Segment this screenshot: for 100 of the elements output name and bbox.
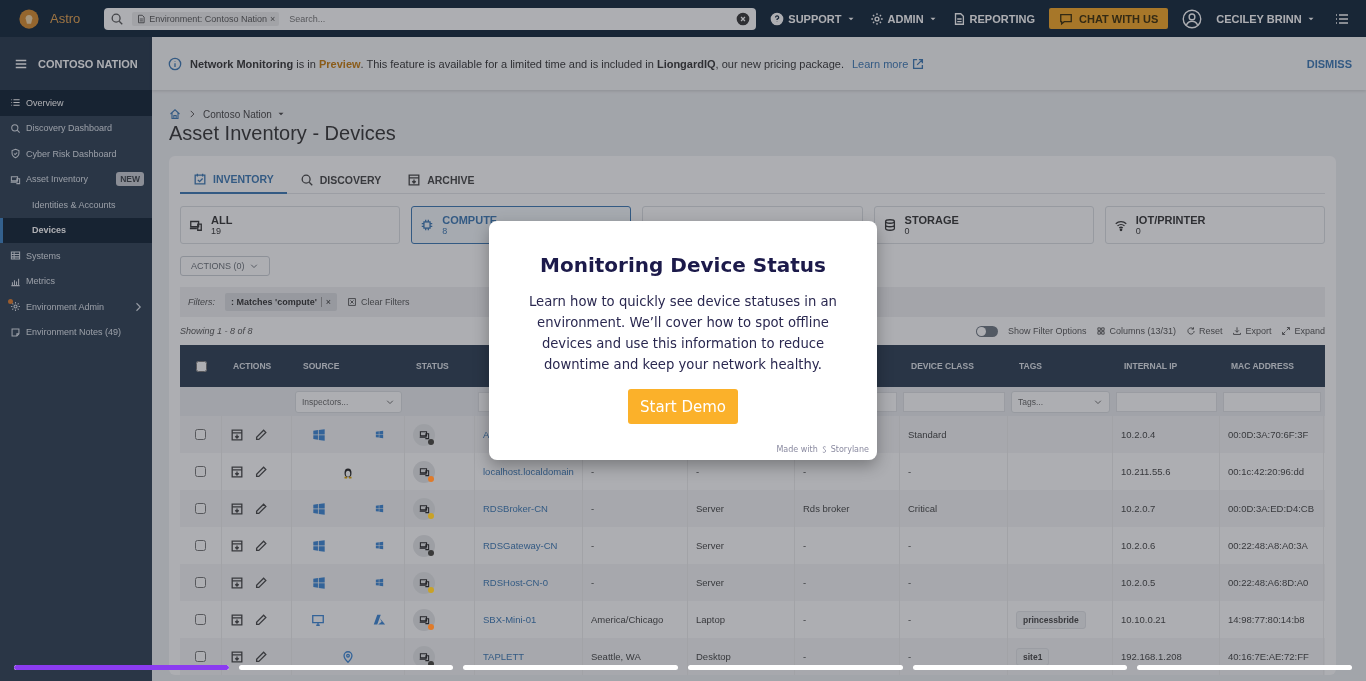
table-cell: - [591,503,595,514]
chip-label: Environment: Contoso Nation [149,13,267,24]
clear-icon[interactable] [736,11,751,26]
nav-link[interactable]: ADMIN [869,11,938,26]
row-checkbox[interactable] [195,503,206,514]
device-link[interactable]: RDSGateway-CN [483,540,558,551]
chevron-icon [187,109,197,119]
device-link[interactable]: TAPLETT [483,651,524,662]
export-button[interactable]: Export [1232,326,1272,336]
archive-icon[interactable] [230,612,244,627]
row-checkbox[interactable] [195,577,206,588]
sidebar-subitem[interactable]: Identities & Accounts [0,192,152,218]
table-cell: Desktop [696,651,731,662]
sidebar-item[interactable]: Overview [0,90,152,116]
nav-link[interactable]: REPORTING [951,11,1035,26]
device-link[interactable]: localhost.localdomain [483,466,574,477]
filter-dropdown[interactable]: Tags... [1011,390,1110,413]
edit-icon[interactable] [254,501,268,516]
tab[interactable]: INVENTORY [180,168,287,194]
columns-button[interactable]: Columns (13/31) [1096,326,1176,336]
avatar-icon[interactable] [1182,8,1203,29]
filter-chip[interactable]: : Matches 'compute' × [225,293,338,311]
chip-label: : Matches 'compute' [231,297,317,307]
filter-dropdown[interactable]: Inspectors... [295,390,402,413]
category-tile[interactable]: STORAGE 0 [873,206,1094,244]
reset-button[interactable]: Reset [1185,326,1223,336]
search-icon [299,172,314,187]
gear-icon [10,301,21,313]
search-field[interactable]: Environment: Contoso Nation × Search... [104,7,757,30]
remove-filter-button[interactable]: × [320,297,332,307]
home-icon[interactable] [169,108,181,120]
table-cell: - [908,577,912,588]
archive-icon[interactable] [230,575,244,590]
sidebar-item[interactable]: Metrics [0,268,152,294]
device-link[interactable]: RDSHost-CN-0 [483,577,548,588]
tab[interactable]: ARCHIVE [394,168,488,193]
environment-chip[interactable]: Environment: Contoso Nation × [132,11,280,26]
archive-icon[interactable] [230,501,244,516]
row-checkbox[interactable] [195,429,206,440]
device-link[interactable]: SBX-Mini-01 [483,614,537,625]
modal-title: Monitoring Device Status [540,253,826,277]
column-header[interactable]: DEVICE CLASS [911,361,974,371]
sidebar-item[interactable]: Systems [0,243,152,269]
table-cell: - [803,651,807,662]
table-cell: 40:16:7E:AE:72:FF [1228,651,1309,662]
edit-icon[interactable] [254,427,268,442]
row-checkbox[interactable] [195,540,206,551]
table-cell: 10.2.0.6 [1121,540,1156,551]
remove-chip-button[interactable]: × [269,13,276,24]
sidebar-item[interactable]: Environment Notes (49) [0,319,152,345]
column-header[interactable]: INTERNAL IP [1124,361,1178,371]
help-icon [770,11,785,26]
device-status-badge [413,608,435,631]
nav-link[interactable]: SUPPORT [770,11,856,26]
row-checkbox[interactable] [195,466,206,477]
sidebar-subitem[interactable]: Devices [0,217,152,243]
chat-button[interactable]: CHAT WITH US [1049,8,1169,29]
dismiss-link[interactable]: DISMISS [1306,57,1352,70]
device-link[interactable]: A [483,429,490,440]
table-cell: Server [696,503,724,514]
toggle-switch[interactable] [975,325,998,337]
sidebar-item[interactable]: Environment Admin [0,294,152,320]
row-checkbox[interactable] [195,651,206,662]
archive-icon[interactable] [230,649,244,664]
category-tile[interactable]: IOT/PRINTER 0 [1104,206,1325,244]
select-all-checkbox[interactable] [195,360,207,372]
monitor-icon [310,612,325,627]
edit-icon[interactable] [254,612,268,627]
archive-icon[interactable] [230,427,244,442]
device-link[interactable]: RDSBroker-CN [483,503,548,514]
column-header[interactable]: STATUS [416,361,449,371]
column-header[interactable]: ACTIONS [233,361,272,371]
sidebar-item[interactable]: Asset Inventory NEW [0,166,152,192]
clear-filters-link[interactable]: Clear Filters [347,297,410,307]
tab[interactable]: DISCOVERY [286,168,395,193]
edit-icon[interactable] [254,538,268,553]
edit-icon[interactable] [254,464,268,479]
archive-icon[interactable] [230,538,244,553]
column-header[interactable]: TAGS [1019,361,1042,371]
archive-icon[interactable] [230,464,244,479]
device-status-badge [413,423,435,446]
table-cell: 192.168.1.208 [1121,651,1182,662]
sidebar-item[interactable]: Cyber Risk Dashboard [0,141,152,167]
table-cell: - [591,466,595,477]
learn-more-link[interactable]: Learn more [852,56,926,71]
table-cell: 10.2.0.5 [1121,577,1156,588]
breadcrumb-link[interactable]: Contoso Nation [203,108,286,120]
table-cell: 10.2.0.7 [1121,503,1156,514]
row-checkbox[interactable] [195,614,206,625]
column-header[interactable]: SOURCE [303,361,340,371]
column-header[interactable]: MAC ADDRESS [1231,361,1294,371]
table-cell: Server [696,540,724,551]
category-tile[interactable]: ALL 19 [180,206,401,244]
table-cell: - [803,577,807,588]
device-status-badge [413,645,435,668]
user-menu[interactable]: CECILEY BRINN [1216,12,1316,25]
expand-button[interactable]: Expand [1281,326,1325,336]
edit-icon[interactable] [254,575,268,590]
device-status-badge [413,571,435,594]
edit-icon[interactable] [254,649,268,664]
